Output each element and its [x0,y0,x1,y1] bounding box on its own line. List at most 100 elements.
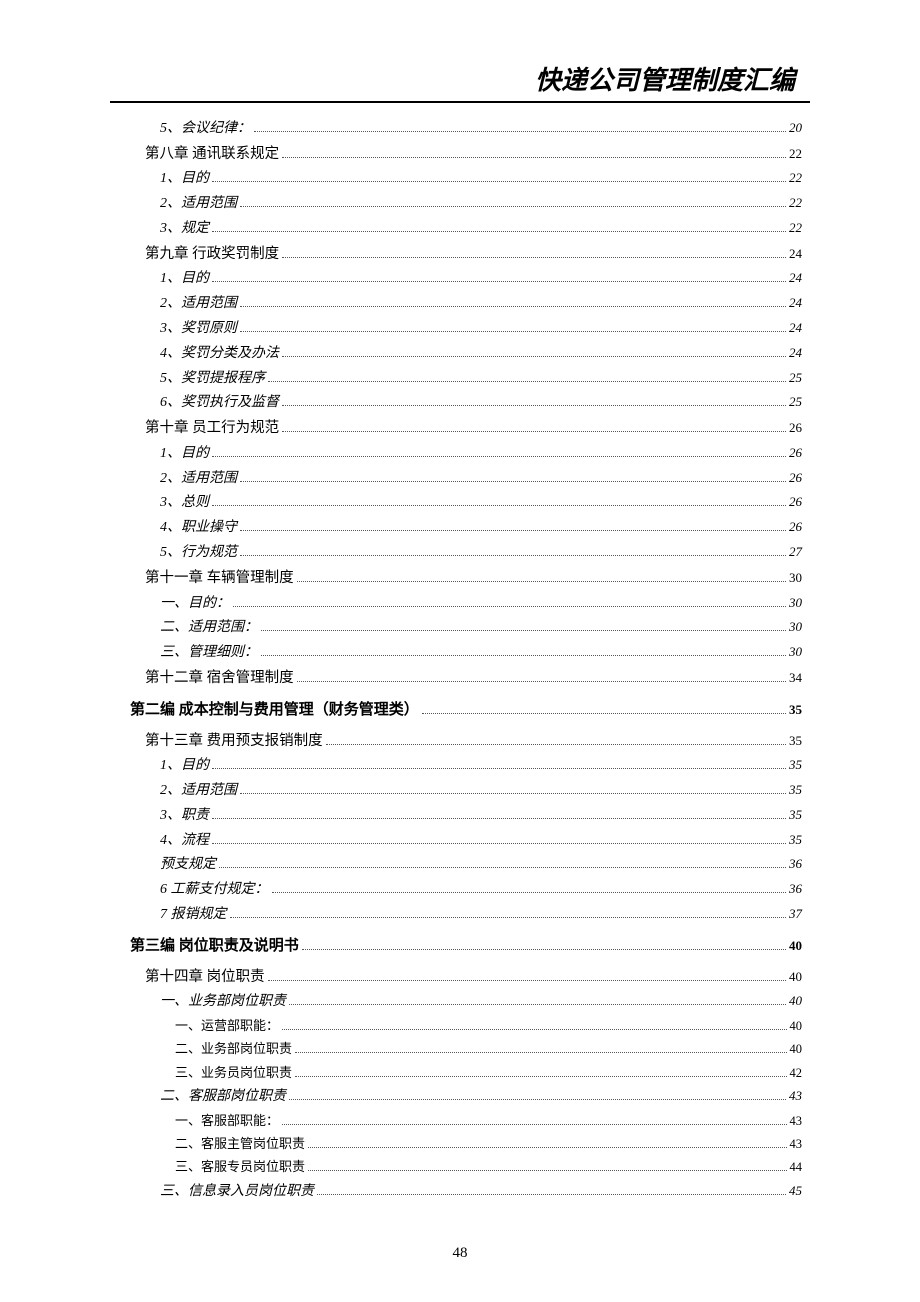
toc-page-number: 40 [790,1039,803,1060]
toc-entry: 4、奖罚分类及办法24 [160,342,802,366]
toc-entry: 3、奖罚原则24 [160,317,802,341]
toc-label: 3、规定 [160,217,209,241]
toc-leader-dots [212,843,786,844]
toc-label: 3、总则 [160,491,209,515]
toc-entry: 6 工薪支付规定： 36 [160,878,802,902]
toc-entry: 第十二章 宿舍管理制度 34 [145,666,802,691]
toc-label: 二、客服主管岗位职责 [175,1133,305,1155]
toc-label: 第十二章 宿舍管理制度 [145,666,294,691]
toc-leader-dots [282,431,786,432]
toc-page-number: 45 [789,1180,802,1202]
toc-entry: 一、客服部职能：43 [175,1110,802,1132]
toc-label: 4、奖罚分类及办法 [160,342,279,366]
toc-leader-dots [326,744,786,745]
toc-page-number: 35 [789,694,802,725]
toc-page-number: 40 [789,930,802,961]
toc-entry: 2、适用范围24 [160,292,802,316]
toc-entry: 第九章 行政奖罚制度24 [145,242,802,267]
toc-label: 2、适用范围 [160,292,237,316]
toc-leader-dots [233,606,786,607]
toc-label: 6 工薪支付规定： [160,878,269,902]
toc-entry: 2、适用范围26 [160,467,802,491]
toc-leader-dots [212,456,786,457]
toc-page-number: 43 [789,1085,802,1107]
toc-entry: 第十四章 岗位职责 40 [145,965,802,990]
toc-leader-dots [289,1099,786,1100]
toc-label: 5、会议纪律： [160,117,251,141]
toc-entry: 二、适用范围：30 [160,616,802,640]
toc-entry: 一、运营部职能：40 [175,1015,802,1037]
toc-leader-dots [282,257,786,258]
toc-page-number: 43 [790,1134,803,1155]
toc-page-number: 35 [789,804,802,826]
toc-page-number: 26 [789,442,802,464]
toc-page-number: 20 [789,117,802,139]
toc-label: 第十四章 岗位职责 [145,965,265,990]
toc-entry: 2、适用范围35 [160,779,802,803]
toc-leader-dots [240,306,786,307]
toc-label: 预支规定 [160,853,216,877]
toc-page-number: 35 [789,829,802,851]
toc-leader-dots [282,356,786,357]
toc-page-number: 36 [789,853,802,875]
toc-label: 第八章 通讯联系规定 [145,142,279,167]
toc-label: 三、信息录入员岗位职责 [160,1180,314,1204]
toc-leader-dots [240,793,786,794]
toc-leader-dots [289,1004,786,1005]
toc-label: 第三编 岗位职责及说明书 [130,928,299,964]
toc-entry: 三、信息录入员岗位职责 45 [160,1180,802,1204]
toc-label: 1、目的 [160,267,209,291]
toc-page-number: 40 [789,990,802,1012]
toc-page-number: 30 [789,567,802,589]
toc-entry: 二、客服部岗位职责 43 [160,1085,802,1109]
toc-label: 第十三章 费用预支报销制度 [145,729,323,754]
toc-label: 第二编 成本控制与费用管理（财务管理类） [130,692,419,728]
toc-label: 二、客服部岗位职责 [160,1085,286,1109]
toc-leader-dots [308,1170,786,1171]
toc-leader-dots [295,1052,786,1053]
toc-leader-dots [212,818,786,819]
toc-page-number: 30 [789,616,802,638]
toc-page-number: 26 [789,516,802,538]
toc-page-number: 30 [789,592,802,614]
table-of-contents: 5、会议纪律：20第八章 通讯联系规定221、目的222、适用范围223、规定2… [110,117,810,1203]
toc-page-number: 40 [789,966,802,988]
toc-page-number: 37 [789,903,802,925]
toc-entry: 4、职业操守 26 [160,516,802,540]
toc-entry: 3、职责 35 [160,804,802,828]
toc-label: 二、业务部岗位职责 [175,1038,292,1060]
toc-entry: 2、适用范围22 [160,192,802,216]
toc-label: 第十一章 车辆管理制度 [145,566,294,591]
toc-leader-dots [272,892,787,893]
toc-page-number: 24 [789,267,802,289]
toc-page-number: 44 [790,1157,803,1178]
toc-label: 4、职业操守 [160,516,237,540]
toc-leader-dots [254,131,786,132]
toc-leader-dots [261,630,786,631]
toc-label: 三、业务员岗位职责 [175,1062,292,1084]
toc-leader-dots [240,481,786,482]
toc-leader-dots [282,157,786,158]
toc-leader-dots [308,1147,786,1148]
toc-page-number: 24 [789,317,802,339]
toc-leader-dots [422,713,786,714]
toc-entry: 1、目的26 [160,442,802,466]
toc-label: 3、职责 [160,804,209,828]
toc-entry: 5、行为规范27 [160,541,802,565]
toc-leader-dots [212,231,786,232]
toc-leader-dots [302,949,786,950]
toc-entry: 3、总则26 [160,491,802,515]
toc-entry: 第十一章 车辆管理制度 30 [145,566,802,591]
toc-label: 三、客服专员岗位职责 [175,1156,305,1178]
toc-leader-dots [240,331,786,332]
toc-label: 2、适用范围 [160,467,237,491]
toc-leader-dots [282,1029,786,1030]
toc-page-number: 25 [789,391,802,413]
toc-entry: 二、客服主管岗位职责 43 [175,1133,802,1155]
toc-page-number: 35 [789,754,802,776]
toc-entry: 三、管理细则：30 [160,641,802,665]
toc-page-number: 34 [789,667,802,689]
toc-entry: 4、流程35 [160,829,802,853]
toc-page-number: 36 [789,878,802,900]
toc-entry: 三、客服专员岗位职责 44 [175,1156,802,1178]
